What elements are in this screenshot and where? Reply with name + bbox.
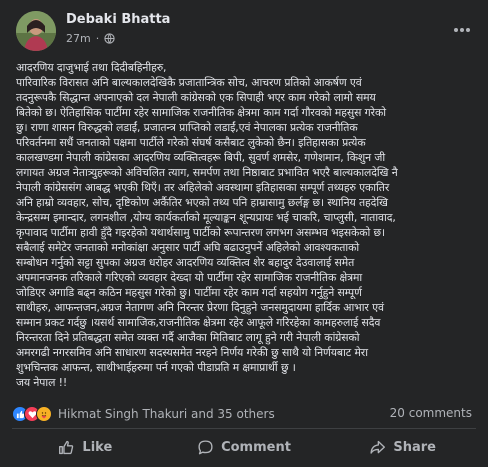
speech-bubble-icon <box>197 439 214 456</box>
share-arrow-icon <box>369 439 386 456</box>
more-options-icon[interactable] <box>450 19 474 41</box>
action-bar: Like Comment Share <box>6 431 482 463</box>
post-body-line: सम्मान प्रकट गर्दछु ।यसर्थ सामाजिक,राजनी… <box>16 316 381 329</box>
post-body-line: सबैलाई समेटेर जनताको मनोकांक्षा अनुसार प… <box>16 241 360 254</box>
post-body-line: केन्द्रसम्म इमान्दार, लगनशील ,योग्य कार्… <box>16 211 396 224</box>
post-body-line: परिवर्तनमा सधैं जनताको पक्षमा पार्टीले ग… <box>16 136 366 149</box>
post-body-line: निरन्तरता दिने प्रतिबद्धता समेत व्यक्त ग… <box>16 331 360 344</box>
author-name[interactable]: Debaki Bhatta <box>66 12 170 27</box>
like-button[interactable]: Like <box>6 431 165 463</box>
like-label: Like <box>82 439 113 455</box>
post-body-line: सम्बोधन गर्नुको सट्टा सुपका अग्रज धरोहर … <box>16 256 355 269</box>
share-label: Share <box>393 439 436 455</box>
reactions-summary[interactable]: Hikmat Singh Thakuri and 35 others <box>12 405 275 423</box>
post-body-line: साथीहरु, आफन्तजन,अग्रज नेतागण अनि निरन्त… <box>16 301 384 314</box>
avatar[interactable] <box>16 11 56 51</box>
facebook-post-card: Debaki Bhatta 27m · आदरणिय दाजुभाई तथा द… <box>0 0 488 467</box>
post-body-line: लगायत अग्रज नेतात्र्युहरूको अविचलित त्या… <box>16 166 398 179</box>
comment-label: Comment <box>221 439 291 455</box>
post-time[interactable]: 27m <box>66 32 91 45</box>
post-body-line: अमरगढी नगरसमिव अनि साधारण सदस्यसमेत नरहन… <box>16 346 368 359</box>
meta-separator: · <box>95 32 100 45</box>
post-body-line: जय नेपाल !! <box>16 376 68 389</box>
comment-button[interactable]: Comment <box>165 431 324 463</box>
post-body-line: बितेको छ। ऐतिहासिक पार्टीमा रहेर सामाजिक… <box>16 106 386 119</box>
post-body-line: छु। राणा शासन विरुद्धको लडाईं, प्रजातन्त… <box>16 121 358 134</box>
post-body-line: अपमानजनक तरिकाले गरिएको व्यवहार देख्दा य… <box>16 271 363 284</box>
post-header: Debaki Bhatta 27m · <box>16 11 478 51</box>
globe-icon <box>104 33 115 44</box>
reaction-names[interactable]: Hikmat Singh Thakuri and 35 others <box>58 407 275 421</box>
post-body-line: पारिवारिक विरासत अनि बाल्यकालदेखिकै प्रज… <box>16 76 362 89</box>
divider <box>12 428 476 429</box>
post-body-line: नेपाली कांग्रेससंग आबद्ध भएकी थिएँ। तर अ… <box>16 181 390 194</box>
comments-count[interactable]: 20 comments <box>390 406 472 420</box>
post-body-line: अनि हाम्रो व्यवहार, सोच, दृष्टिकोण अर्कै… <box>16 196 388 209</box>
post-body-line: तदनुरूपकै सिद्धान्त अपनाएको दल नेपाली का… <box>16 91 376 104</box>
thumbs-up-icon <box>58 439 75 456</box>
post-body-line: कृपावाद पार्टीमा हावी हुँदै गइरहेको यथार… <box>16 226 385 239</box>
post-body: आदरणिय दाजुभाई तथा दिदीबहिनीहरु, पारिवारि… <box>16 60 478 390</box>
reaction-icons <box>12 406 52 422</box>
post-body-line: जोडिएर अगाडि बढ्न कठिन महसुस गरेको छु। प… <box>16 286 362 299</box>
post-body-line: कालखण्डमा नेपाली कांग्रेसका आदरणिय व्यक्… <box>16 151 386 164</box>
post-meta: 27m · <box>66 32 115 45</box>
share-button[interactable]: Share <box>323 431 482 463</box>
care-reaction-icon <box>36 406 52 422</box>
post-body-line: आदरणिय दाजुभाई तथा दिदीबहिनीहरु, <box>16 61 167 74</box>
post-body-line: शुभचिन्तक आफन्त, साथीभाईहरुमा पर्न गएको … <box>16 361 296 374</box>
